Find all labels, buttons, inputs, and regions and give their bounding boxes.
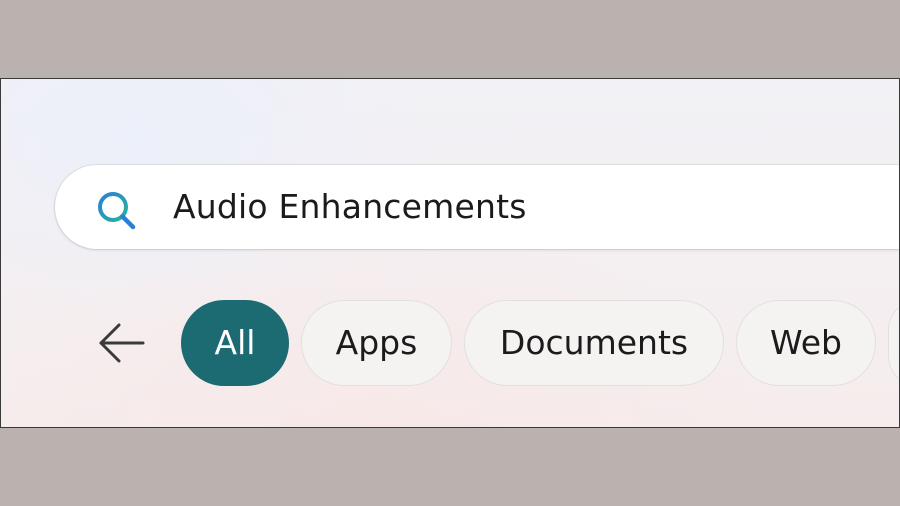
filter-chip-web[interactable]: Web xyxy=(736,300,876,386)
search-panel: Audio Enhancements All Apps Documents We… xyxy=(0,78,900,428)
search-input[interactable]: Audio Enhancements xyxy=(173,165,527,249)
filter-bar: All Apps Documents Web xyxy=(1,300,899,386)
search-icon xyxy=(95,189,139,233)
filter-chip-more[interactable] xyxy=(888,300,899,386)
filter-chip-all[interactable]: All xyxy=(181,300,289,386)
filter-chip-apps[interactable]: Apps xyxy=(301,300,452,386)
back-arrow-icon[interactable] xyxy=(93,318,149,368)
search-box[interactable]: Audio Enhancements xyxy=(55,165,899,249)
filter-chip-documents[interactable]: Documents xyxy=(464,300,724,386)
